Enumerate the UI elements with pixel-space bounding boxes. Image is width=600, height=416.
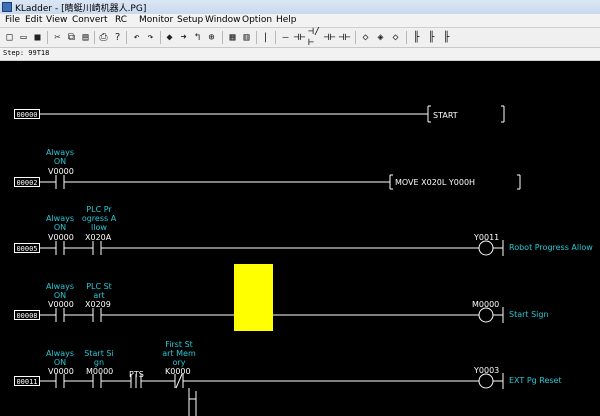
monitor-icon[interactable]: ▦ <box>226 30 239 44</box>
print-icon[interactable]: ⎙ <box>97 30 110 44</box>
step-number: 00011 <box>14 376 40 386</box>
contact-comment-line: PLC Pr <box>86 205 112 214</box>
contact-address: K0000 <box>165 367 191 376</box>
step-fwd-icon[interactable]: ◆ <box>163 30 176 44</box>
vertical-line-icon[interactable]: | <box>259 30 272 44</box>
ladder-canvas[interactable]: 00000 START Always ON V0000 00002 MOVE X… <box>0 61 600 416</box>
title-bar: KLadder - [睛蜓川崎机器人.PG] <box>0 0 600 15</box>
contact-comment-line: art <box>93 291 105 300</box>
coil-icon[interactable]: ◇ <box>359 30 372 44</box>
toolbar-separator <box>222 31 223 44</box>
contact-address: V0000 <box>48 167 74 176</box>
menu-view[interactable]: View <box>46 15 67 25</box>
coil-comment: Robot Progress Allow <box>509 243 593 252</box>
contact-address: M0000 <box>86 367 114 376</box>
coil-comment: EXT Pg Reset <box>509 376 562 385</box>
horizontal-line-icon[interactable]: — <box>279 30 292 44</box>
toolbar-separator <box>160 31 161 44</box>
contact-comment-line: Always <box>45 349 75 358</box>
contact-address: V0000 <box>48 367 74 376</box>
contact-p-icon[interactable]: ⊣⊢ <box>323 30 336 44</box>
contact-comment-line: ON <box>53 157 67 166</box>
contact-address: X020A <box>85 233 112 242</box>
contact-comment-line: gn <box>93 358 105 367</box>
rung-3-coil <box>478 307 494 323</box>
menu-convert[interactable]: Convert <box>72 15 108 25</box>
undo-icon[interactable]: ↶ <box>130 30 143 44</box>
edit-cursor[interactable] <box>234 264 273 331</box>
menu-help[interactable]: Help <box>276 15 297 25</box>
contact-comment-line: Start Si <box>84 349 114 358</box>
menu-file[interactable]: File <box>5 15 20 25</box>
step-back-icon[interactable]: ➜ <box>177 30 190 44</box>
coil-address: M0000 <box>472 300 500 309</box>
rotate-icon[interactable]: ↰ <box>191 30 204 44</box>
window-title: KLadder - [睛蜓川崎机器人.PG] <box>15 4 147 14</box>
contact-no-icon[interactable]: ⊣⊢ <box>293 30 306 44</box>
contact-comment-line: ON <box>53 291 67 300</box>
rung-4-coil <box>478 373 494 389</box>
coil-nc-icon[interactable]: ◈ <box>374 30 387 44</box>
step-info: Step: 99T18 <box>3 49 50 57</box>
menu-option[interactable]: Option <box>242 15 272 25</box>
coil-address: Y0003 <box>474 366 500 375</box>
coil-comment: Start Sign <box>509 310 549 319</box>
toolbar-separator <box>256 31 257 44</box>
cut-icon[interactable]: ✂ <box>51 30 64 44</box>
toolbar-separator <box>406 31 407 44</box>
contact-comment-line: Always <box>45 214 75 223</box>
menu-edit[interactable]: Edit <box>25 15 42 25</box>
branch-3-icon[interactable]: ╟ <box>440 30 453 44</box>
function-label: MOVE X020L Y000H <box>395 178 476 187</box>
zoom-icon[interactable]: ⊕ <box>205 30 218 44</box>
contact-address: X0209 <box>85 300 111 309</box>
contact-comment-line: art Mem <box>162 349 196 358</box>
new-icon[interactable]: □ <box>3 30 16 44</box>
menu-window[interactable]: Window <box>205 15 241 25</box>
contact-n-icon[interactable]: ⊣⊢ <box>338 30 351 44</box>
step-number: 00005 <box>14 243 40 253</box>
contact-comment-line: First St <box>165 340 193 349</box>
contact-comment-line: ory <box>172 358 186 367</box>
contact-address: PTS <box>129 370 144 379</box>
save-icon[interactable]: ■ <box>31 30 44 44</box>
contact-comment-line: Always <box>45 282 75 291</box>
menu-setup[interactable]: Setup <box>177 15 203 25</box>
contact-comment-line: ON <box>53 358 67 367</box>
redo-icon[interactable]: ↷ <box>144 30 157 44</box>
contact-comment-line: ogress A <box>81 214 117 223</box>
menu-monitor[interactable]: Monitor <box>139 15 173 25</box>
rung-2-coil <box>478 240 494 256</box>
contact-nc-icon[interactable]: ⊣/⊢ <box>308 26 321 48</box>
toolbar-separator <box>355 31 356 44</box>
open-icon[interactable]: ▭ <box>17 30 30 44</box>
branch-2-icon[interactable]: ╟ <box>425 30 438 44</box>
toolbar-separator <box>47 31 48 44</box>
monitor2-icon[interactable]: ▥ <box>240 30 253 44</box>
step-number: 00008 <box>14 310 40 320</box>
toolbar-separator <box>275 31 276 44</box>
contact-address: V0000 <box>48 300 74 309</box>
toolbar: □ ▭ ■ ✂ ⧉ ▤ ⎙ ? ↶ ↷ ◆ ➜ ↰ ⊕ ▦ ▥ | — ⊣⊢ ⊣… <box>0 26 600 48</box>
toolbar-separator <box>94 31 95 44</box>
coil-address: Y0011 <box>474 233 500 242</box>
contact-comment-line: llow <box>91 223 107 232</box>
help-icon[interactable]: ? <box>111 30 124 44</box>
paste-icon[interactable]: ▤ <box>79 30 92 44</box>
contact-comment-line: Always <box>45 148 75 157</box>
contact-comment-line: ON <box>53 223 67 232</box>
branch-1-icon[interactable]: ╟ <box>410 30 423 44</box>
app-icon <box>2 2 12 12</box>
menu-rc[interactable]: RC <box>115 15 127 25</box>
copy-icon[interactable]: ⧉ <box>65 30 78 44</box>
menu-bar: File Edit View Convert RC Monitor Setup … <box>0 14 600 28</box>
function-label: START <box>433 111 458 120</box>
step-number: 00002 <box>14 177 40 187</box>
coil-set-icon[interactable]: ◇ <box>389 30 402 44</box>
step-number: 00000 <box>14 109 40 119</box>
contact-address: V0000 <box>48 233 74 242</box>
toolbar-separator <box>126 31 127 44</box>
step-bar: Step: 99T18 <box>0 48 600 61</box>
contact-comment-line: PLC St <box>86 282 112 291</box>
